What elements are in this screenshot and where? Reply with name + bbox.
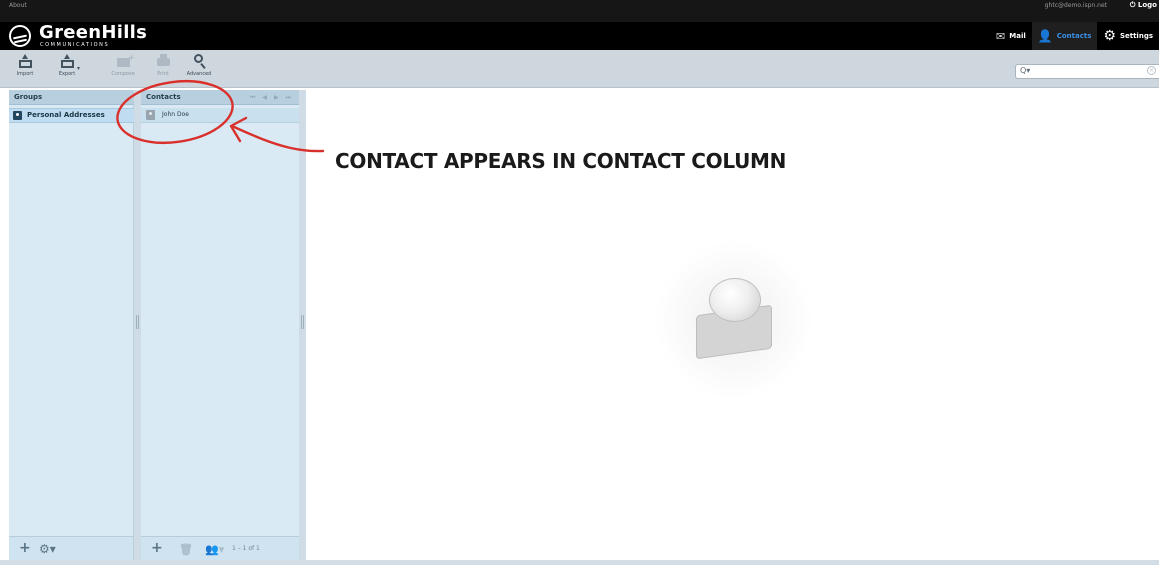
previous-page-icon[interactable]: ◀ (262, 94, 267, 102)
task-navigation: ✉ Mail 👤 Contacts ⚙ Settings (990, 22, 1159, 50)
groups-panel: Groups Personal Addresses + ⚙▾ (9, 90, 134, 560)
import-label: Import (16, 71, 34, 77)
group-actions-gear-icon[interactable]: ⚙▾ (39, 542, 56, 556)
import-button[interactable]: Import (8, 54, 42, 84)
header: GreenHills COMMUNICATIONS ✉ Mail 👤 Conta… (0, 22, 1159, 50)
print-label: Print (157, 71, 169, 77)
delete-contact-trash-icon[interactable]: 🗑 (179, 543, 193, 557)
splitter-right[interactable] (299, 90, 306, 560)
mail-icon: ✉ (996, 29, 1006, 43)
import-icon (17, 54, 33, 68)
splitter-grip-icon (301, 315, 304, 329)
contact-group-actions-icon[interactable]: 👥▾ (205, 543, 224, 557)
group-item-personal-addresses[interactable]: Personal Addresses (9, 108, 134, 123)
advanced-search-button[interactable]: Advanced (182, 54, 216, 84)
group-item-label: Personal Addresses (27, 111, 105, 119)
address-book-icon (13, 111, 22, 120)
compose-label: Compose (111, 71, 135, 77)
nav-contacts-label: Contacts (1056, 32, 1092, 40)
export-icon (59, 54, 75, 68)
contacts-title: Contacts (146, 93, 181, 101)
gear-icon: ⚙ (1103, 28, 1116, 44)
webmail-contacts-screen: About ghtc@demo.ispn.net ⏻ Logo GreenHil… (0, 0, 1159, 565)
logo-subtitle: COMMUNICATIONS (40, 42, 110, 48)
bottom-strip (0, 560, 1159, 565)
contact-card-icon (146, 110, 155, 120)
contacts-icon: 👤 (1037, 29, 1053, 43)
contacts-footer: + 🗑 👥▾ 1 – 1 of 1 (141, 536, 299, 560)
pager: ⏮ ◀ ▶ ⏭ (250, 94, 291, 102)
about-link[interactable]: About (9, 2, 27, 9)
contacts-panel: Contacts ⏮ ◀ ▶ ⏭ John Doe + 🗑 👥▾ 1 – 1 o… (141, 90, 299, 560)
add-group-button[interactable]: + (19, 541, 31, 555)
nav-settings-label: Settings (1119, 32, 1153, 40)
contacts-header: Contacts ⏮ ◀ ▶ ⏭ (141, 90, 299, 105)
power-icon: ⏻ (1129, 1, 1136, 9)
annotation-text: CONTACT APPEARS IN CONTACT COLUMN (335, 149, 787, 173)
next-page-icon[interactable]: ▶ (274, 94, 279, 102)
first-page-icon[interactable]: ⏮ (250, 94, 255, 102)
logo-name: GreenHills (39, 22, 148, 43)
advanced-label: Advanced (186, 71, 212, 77)
compose-icon: + (115, 53, 135, 68)
top-bar: About ghtc@demo.ispn.net ⏻ Logo (0, 0, 1159, 22)
logo-icon (9, 25, 31, 47)
nav-settings[interactable]: ⚙ Settings (1097, 22, 1159, 50)
splitter-grip-icon (136, 315, 139, 329)
username-label: ghtc@demo.ispn.net (1044, 2, 1107, 9)
export-button[interactable]: ▾ Export (50, 54, 84, 84)
search-reset-icon[interactable]: × (1147, 66, 1156, 75)
last-page-icon[interactable]: ⏭ (286, 94, 291, 102)
compose-button[interactable]: + Compose (106, 53, 140, 84)
toolbar: Import ▾ Export + Compose Print Advanced (0, 50, 1159, 88)
add-contact-button[interactable]: + (151, 541, 163, 555)
splitter-left[interactable] (134, 90, 141, 560)
export-dropdown-icon: ▾ (77, 65, 81, 72)
contact-name: John Doe (162, 111, 189, 118)
quick-search-input[interactable]: Q▾ × (1015, 64, 1159, 79)
printer-icon (155, 54, 171, 68)
watermark-dome (709, 278, 761, 322)
contacts-count: 1 – 1 of 1 (232, 545, 260, 552)
groups-footer: + ⚙▾ (9, 536, 133, 560)
nav-mail[interactable]: ✉ Mail (990, 22, 1032, 50)
logout-label: Logo (1137, 1, 1157, 9)
groups-header: Groups (9, 90, 133, 105)
nav-contacts[interactable]: 👤 Contacts (1031, 22, 1098, 50)
search-icon (191, 54, 207, 68)
nav-mail-label: Mail (1009, 32, 1026, 40)
logout-button[interactable]: ⏻ Logo (1130, 1, 1157, 10)
print-button[interactable]: Print (146, 54, 180, 84)
groups-title: Groups (14, 93, 43, 101)
watermark-logo (654, 240, 814, 400)
search-options-icon[interactable]: Q▾ (1020, 66, 1030, 75)
contact-list-item[interactable]: John Doe (141, 108, 299, 123)
